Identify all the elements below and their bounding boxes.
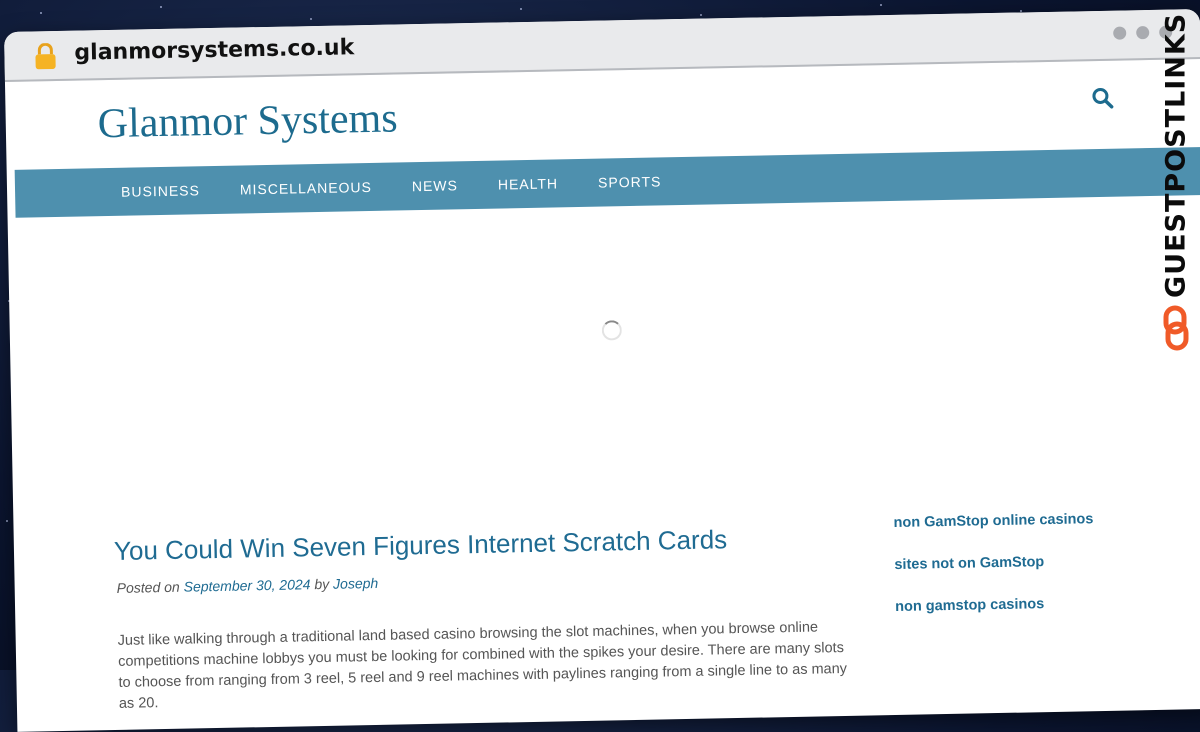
main-nav: BUSINESS MISCELLANEOUS NEWS HEALTH SPORT… xyxy=(14,146,1200,218)
post-body: Just like walking through a traditional … xyxy=(117,618,848,712)
nav-item-news[interactable]: NEWS xyxy=(412,177,458,194)
post-date-link[interactable]: September 30, 2024 xyxy=(183,576,310,594)
nav-item-sports[interactable]: SPORTS xyxy=(598,173,662,190)
window-dot-icon xyxy=(1136,26,1150,40)
sidebar-link[interactable]: non gamstop casinos xyxy=(895,594,1135,615)
loading-spinner-icon xyxy=(601,320,623,341)
posted-on-label: Posted on xyxy=(116,578,180,596)
sidebar-link[interactable]: non GamStop online casinos xyxy=(893,510,1133,531)
post-title[interactable]: You Could Win Seven Figures Internet Scr… xyxy=(114,524,728,567)
post-meta: Posted on September 30, 2024 by Joseph xyxy=(117,575,379,596)
url-text[interactable]: glanmorsystems.co.uk xyxy=(74,35,354,65)
lock-icon xyxy=(35,42,56,70)
sidebar: non GamStop online casinos sites not on … xyxy=(893,510,1135,641)
post-author-link[interactable]: Joseph xyxy=(333,575,378,592)
by-label: by xyxy=(314,575,330,593)
nav-item-miscellaneous[interactable]: MISCELLANEOUS xyxy=(240,179,372,198)
watermark-text: GUESTPOSTLINKS xyxy=(1160,12,1192,298)
nav-item-business[interactable]: BUSINESS xyxy=(121,182,200,200)
browser-window: glanmorsystems.co.uk Glanmor Systems BUS… xyxy=(4,9,1200,732)
nav-item-health[interactable]: HEALTH xyxy=(498,175,558,192)
guestpostlinks-watermark: GUESTPOSTLINKS xyxy=(1158,12,1194,358)
address-bar[interactable]: glanmorsystems.co.uk xyxy=(4,9,1200,82)
window-dot-icon xyxy=(1113,26,1127,40)
search-icon[interactable] xyxy=(1091,87,1114,109)
sidebar-link[interactable]: sites not on GamStop xyxy=(894,552,1134,573)
site-title[interactable]: Glanmor Systems xyxy=(97,94,398,148)
chain-link-icon xyxy=(1163,305,1189,351)
